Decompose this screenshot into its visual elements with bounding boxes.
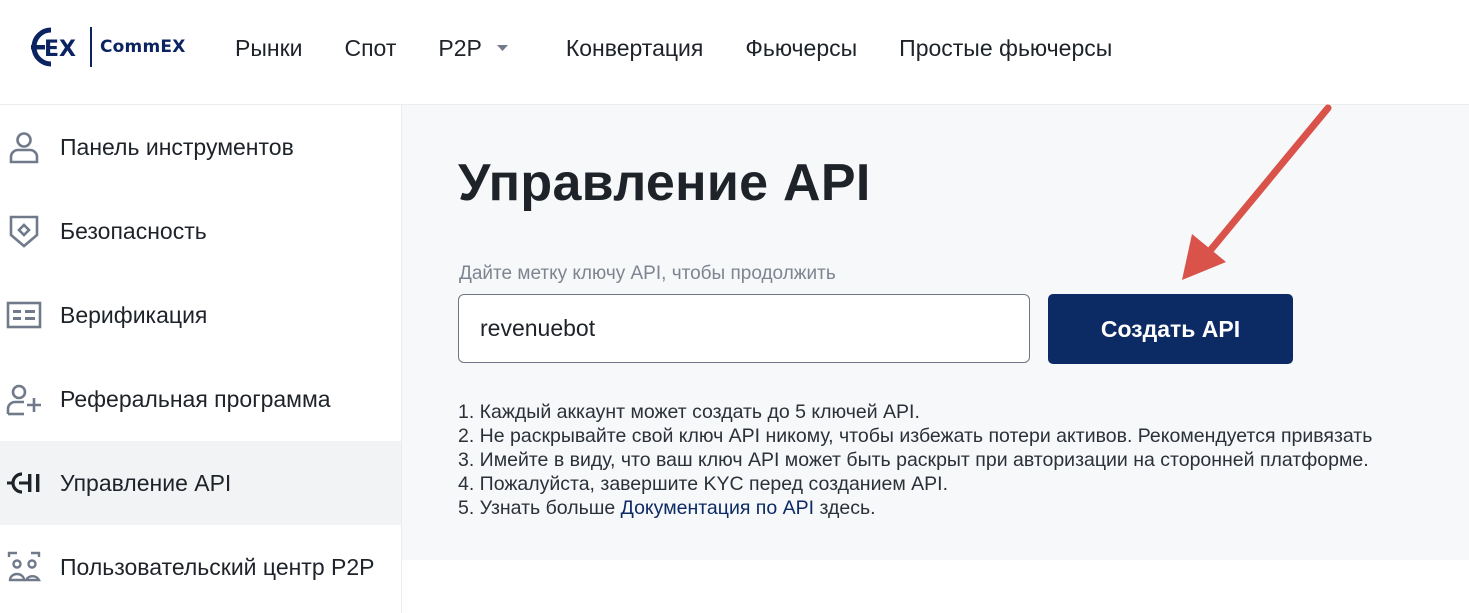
logo-divider <box>90 27 92 67</box>
api-docs-link[interactable]: Документация по API <box>621 497 814 519</box>
api-note: 3. Имейте в виду, что ваш ключ API может… <box>458 449 1369 471</box>
logo-mark-text: EX <box>44 37 76 62</box>
commex-logo-icon: EX <box>31 27 76 67</box>
api-note: 2. Не раскрывайте свой ключ API никому, … <box>458 425 1373 447</box>
sidebar-item-label: Управление API <box>60 469 232 496</box>
shield-icon <box>6 213 42 249</box>
sidebar-item-label: Пользовательский центр P2P <box>60 553 375 580</box>
nav-item-spot[interactable]: Спот <box>344 35 396 62</box>
logo-text: CommEX <box>100 37 186 57</box>
api-note: 5. Узнать больше Документация по API зде… <box>458 496 1372 520</box>
api-notes-list: 1. Каждый аккаунт может создать до 5 клю… <box>458 400 1372 520</box>
nav-item-convert[interactable]: Конвертация <box>566 35 703 62</box>
sidebar-item-p2p-user-center[interactable]: Пользовательский центр P2P <box>0 525 401 609</box>
user-icon <box>6 129 42 165</box>
top-header: EX CommEX Рынки Спот P2P Конвертация Фью… <box>0 0 1469 105</box>
p2p-users-icon <box>6 549 42 585</box>
sidebar-item-api-management[interactable]: Управление API <box>0 441 401 525</box>
nav-item-markets[interactable]: Рынки <box>235 35 302 62</box>
sidebar-item-referral[interactable]: Реферальная программа <box>0 357 401 441</box>
nav-item-p2p-label: P2P <box>438 34 482 61</box>
main-nav: Рынки Спот P2P Конвертация Фьючерсы Прос… <box>214 0 1133 96</box>
page-title: Управление API <box>458 154 871 212</box>
chevron-down-icon <box>496 45 508 51</box>
sidebar-item-label: Панель инструментов <box>60 133 294 160</box>
create-api-button[interactable]: Создать API <box>1048 294 1293 364</box>
sidebar-item-security[interactable]: Безопасность <box>0 189 401 273</box>
api-note: 1. Каждый аккаунт может создать до 5 клю… <box>458 401 920 423</box>
user-plus-icon <box>6 381 42 417</box>
api-label-input[interactable] <box>458 294 1030 363</box>
api-note: 4. Пожалуйста, завершите KYC перед созда… <box>458 473 948 495</box>
sidebar-item-label: Безопасность <box>60 217 207 244</box>
api-label-field-label: Дайте метку ключу API, чтобы продолжить <box>459 263 836 284</box>
id-card-icon <box>6 297 42 333</box>
annotation-arrow-icon <box>1182 104 1332 280</box>
nav-item-futures[interactable]: Фьючерсы <box>745 35 857 62</box>
sidebar-item-dashboard[interactable]: Панель инструментов <box>0 105 401 189</box>
sidebar-item-label: Реферальная программа <box>60 385 331 412</box>
api-note-suffix: здесь. <box>814 497 876 519</box>
commex-logo[interactable]: EX CommEX <box>22 24 186 70</box>
sidebar-item-verification[interactable]: Верификация <box>0 273 401 357</box>
api-icon <box>6 465 42 501</box>
nav-item-p2p[interactable]: P2P <box>438 35 508 62</box>
api-note-prefix: 5. Узнать больше <box>458 497 621 519</box>
nav-item-simple-futures[interactable]: Простые фьючерсы <box>899 35 1112 62</box>
sidebar-item-label: Верификация <box>60 301 208 328</box>
sidebar: Панель инструментов Безопасность Верифик… <box>0 105 402 613</box>
